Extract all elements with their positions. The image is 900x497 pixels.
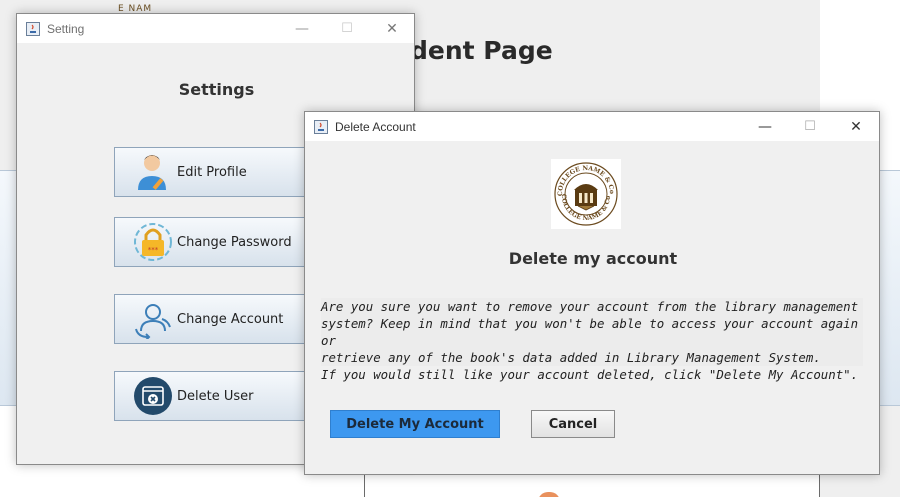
- maximize-icon: ☐: [804, 119, 816, 134]
- minimize-button[interactable]: —: [279, 14, 325, 43]
- delete-user-label: Delete User: [177, 388, 254, 404]
- delete-account-window-title: Delete Account: [335, 119, 416, 134]
- change-password-button[interactable]: *** Change Password: [114, 217, 314, 267]
- minimize-icon: —: [295, 20, 309, 37]
- edit-profile-button[interactable]: Edit Profile: [114, 147, 314, 197]
- maximize-button[interactable]: ☐: [324, 14, 370, 43]
- delete-my-account-button[interactable]: Delete My Account: [330, 410, 500, 438]
- close-button[interactable]: ✕: [833, 112, 879, 141]
- cancel-button[interactable]: Cancel: [531, 410, 615, 438]
- college-logo: COLLEGE NAME & Co. COLLEGE NAME & Co.: [551, 159, 621, 229]
- svg-text:***: ***: [148, 246, 159, 254]
- minimize-button[interactable]: —: [742, 112, 788, 141]
- close-icon: ✕: [850, 118, 862, 135]
- change-password-label: Change Password: [177, 234, 292, 250]
- settings-window-title: Setting: [47, 21, 85, 36]
- delete-account-message: Are you sure you want to remove your acc…: [321, 298, 863, 366]
- maximize-button[interactable]: ☐: [787, 112, 833, 141]
- minimize-icon: —: [758, 118, 772, 135]
- message-line: retrieve any of the book's data added in…: [321, 350, 821, 365]
- change-account-button[interactable]: Change Account: [114, 294, 314, 344]
- college-logo-emblem-icon: COLLEGE NAME & Co. COLLEGE NAME & Co.: [552, 160, 618, 226]
- delete-account-titlebar[interactable]: Delete Account — ☐ ✕: [305, 112, 879, 141]
- settings-titlebar[interactable]: Setting — ☐ ✕: [17, 14, 414, 43]
- close-button[interactable]: ✕: [369, 14, 415, 43]
- user-edit-icon: [133, 152, 173, 192]
- message-line: system? Keep in mind that you won't be a…: [321, 316, 859, 348]
- maximize-icon: ☐: [341, 21, 353, 36]
- delete-account-dialog: Delete Account — ☐ ✕ COLLEGE NAME & Co. …: [304, 111, 880, 475]
- java-icon: [25, 21, 41, 37]
- settings-heading: Settings: [178, 80, 255, 99]
- java-icon: [313, 119, 329, 135]
- lock-icon: ***: [133, 222, 173, 262]
- account-switch-icon: [133, 299, 173, 339]
- delete-account-note: If you would still like your account del…: [321, 367, 859, 382]
- edit-profile-label: Edit Profile: [177, 164, 247, 180]
- close-icon: ✕: [386, 20, 398, 37]
- message-line: Are you sure you want to remove your acc…: [321, 299, 859, 314]
- delete-user-button[interactable]: Delete User: [114, 371, 314, 421]
- delete-account-heading: Delete my account: [508, 249, 678, 268]
- delete-user-icon: [133, 376, 173, 416]
- change-account-label: Change Account: [177, 311, 284, 327]
- student-page-title: dent Page: [410, 36, 553, 65]
